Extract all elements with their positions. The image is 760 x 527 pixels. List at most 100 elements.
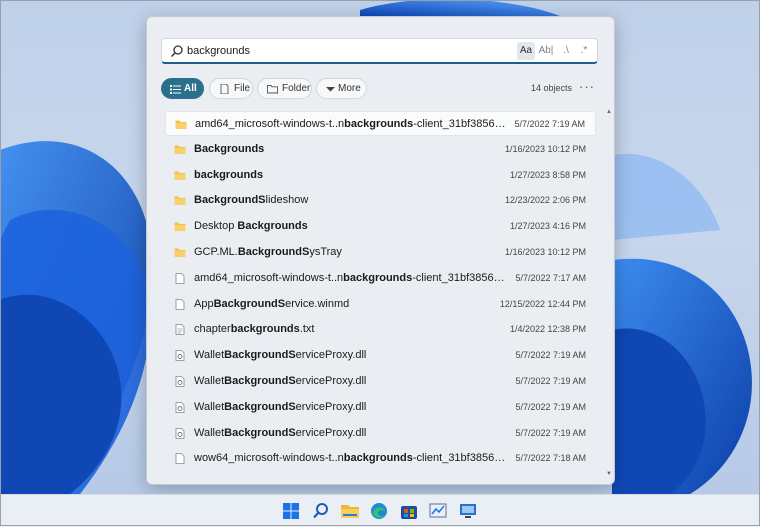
name-match: BackgroundS	[237, 246, 310, 258]
name-match: backgrounds	[194, 168, 264, 181]
result-date: 1/4/2022 12:38 PM	[509, 324, 586, 335]
remote-desktop-icon[interactable]	[458, 501, 478, 521]
search-icon[interactable]	[311, 501, 331, 521]
name-match: BackgroundS	[224, 400, 296, 413]
whole-word-toggle[interactable]: Ab|	[537, 42, 555, 60]
dll-file-icon	[175, 350, 185, 362]
result-name: WalletBackgroundServiceProxy.dll	[194, 401, 506, 413]
text-file-icon	[175, 324, 185, 336]
result-row[interactable]: AppBackgroundService.winmd 12/15/2022 12:…	[165, 292, 596, 317]
more-options-icon[interactable]: ···	[579, 79, 595, 94]
folder-icon	[174, 222, 186, 232]
match-path-toggle[interactable]: .\	[558, 42, 574, 60]
result-name: AppBackgroundService.winmd	[194, 298, 506, 310]
name-match: backgrounds	[230, 323, 300, 336]
name-suffix: erviceProxy.dll	[295, 400, 367, 413]
name-suffix: -client_31bf3856ad...	[412, 452, 506, 465]
result-name: Backgrounds	[194, 143, 506, 155]
file-icon	[220, 84, 229, 94]
result-row[interactable]: BackgroundSlideshow 12/23/2022 2:06 PM	[165, 188, 596, 213]
search-panel: Aa Ab| .\ .* All File Folder	[146, 16, 615, 485]
result-name: BackgroundSlideshow	[194, 194, 506, 206]
result-name: WalletBackgroundServiceProxy.dll	[194, 349, 506, 361]
filter-folder-button[interactable]: Folder	[257, 78, 312, 99]
result-date: 5/7/2022 7:17 AM	[515, 272, 586, 283]
regex-toggle[interactable]: .*	[576, 42, 592, 60]
result-row[interactable]: Backgrounds 1/16/2023 10:12 PM	[165, 137, 596, 162]
result-row[interactable]: Desktop Backgrounds 1/27/2023 4:16 PM	[165, 214, 596, 239]
name-match: backgrounds	[344, 118, 414, 130]
name-match: BackgroundS	[194, 194, 266, 207]
name-suffix: erviceProxy.dll	[295, 349, 367, 362]
result-name: wow64_microsoft-windows-t..nbackgrounds-…	[194, 452, 506, 464]
scroll-up-icon[interactable]: ▲	[606, 109, 612, 115]
result-row[interactable]: WalletBackgroundServiceProxy.dll 5/7/2022…	[165, 369, 596, 394]
result-date: 1/27/2023 8:58 PM	[509, 169, 586, 180]
name-prefix: amd64_microsoft-windows-t..n	[194, 271, 344, 284]
result-name: WalletBackgroundServiceProxy.dll	[194, 427, 506, 439]
filter-all-button[interactable]: All	[161, 78, 204, 99]
result-date: 5/7/2022 7:19 AM	[515, 427, 586, 438]
name-match: BackgroundS	[224, 349, 296, 362]
name-match: BackgroundS	[224, 426, 296, 439]
result-date: 5/7/2022 7:18 AM	[515, 453, 586, 464]
result-date: 1/16/2023 10:12 PM	[504, 247, 586, 257]
result-date: 12/23/2022 2:06 PM	[504, 195, 586, 206]
name-prefix: Wallet	[194, 426, 225, 439]
filter-more-label: More	[338, 83, 361, 94]
name-match: Backgrounds	[237, 220, 308, 233]
name-prefix: Wallet	[194, 349, 225, 362]
chart-app-icon[interactable]	[428, 501, 448, 521]
name-match: backgrounds	[343, 271, 413, 284]
match-case-toggle[interactable]: Aa	[517, 42, 535, 60]
search-input[interactable]	[187, 42, 487, 60]
name-prefix: amd64_microsoft-windows-t..n	[195, 118, 345, 130]
file-icon	[175, 453, 185, 465]
result-row[interactable]: WalletBackgroundServiceProxy.dll 5/7/2022…	[165, 421, 596, 446]
result-row[interactable]: backgrounds 1/27/2023 8:58 PM	[165, 163, 596, 188]
store-icon[interactable]	[399, 501, 419, 521]
name-match: Backgrounds	[194, 142, 265, 155]
result-row[interactable]: GCP.ML.BackgroundSysTray 1/16/2023 10:12 …	[165, 240, 596, 265]
filter-folder-label: Folder	[282, 83, 311, 94]
file-explorer-icon[interactable]	[340, 501, 360, 521]
name-suffix: -client_31bf3856ad...	[413, 118, 507, 130]
dll-file-icon	[175, 427, 185, 439]
result-count: 14 objects	[531, 83, 573, 93]
result-row[interactable]: wow64_microsoft-windows-t..nbackgrounds-…	[165, 446, 596, 471]
folder-icon	[175, 120, 187, 129]
filter-all-label: All	[184, 83, 197, 94]
result-date: 1/27/2023 4:16 PM	[509, 221, 586, 232]
name-prefix: chapter	[194, 323, 231, 336]
windows-start-icon[interactable]	[281, 501, 301, 521]
name-prefix: Wallet	[194, 400, 225, 413]
edge-browser-icon[interactable]	[369, 501, 389, 521]
result-name: GCP.ML.BackgroundSysTray	[194, 246, 506, 258]
result-row[interactable]: WalletBackgroundServiceProxy.dll 5/7/2022…	[165, 343, 596, 368]
filter-more-button[interactable]: More	[316, 78, 367, 99]
result-date: 5/7/2022 7:19 AM	[515, 376, 586, 386]
result-name: chapterbackgrounds.txt	[194, 323, 506, 335]
result-name: Desktop Backgrounds	[194, 220, 506, 232]
filter-file-button[interactable]: File	[209, 78, 253, 99]
name-suffix: -client_31bf3856ad...	[412, 271, 506, 284]
folder-icon	[174, 248, 186, 257]
name-prefix: Desktop	[194, 220, 238, 233]
name-prefix: App	[194, 297, 214, 310]
result-row[interactable]: chapterbackgrounds.txt 1/4/2022 12:38 PM	[165, 317, 596, 342]
name-suffix: ervice.winmd	[285, 297, 350, 310]
scrollbar[interactable]: ▲ ▼	[606, 109, 612, 479]
search-box[interactable]: Aa Ab| .\ .*	[161, 38, 598, 64]
scroll-down-icon[interactable]: ▼	[606, 471, 612, 477]
folder-icon	[174, 196, 186, 206]
result-row[interactable]: amd64_microsoft-windows-t..nbackgrounds-…	[165, 266, 596, 291]
filter-file-label: File	[234, 83, 251, 94]
result-row[interactable]: amd64_microsoft-windows-t..nbackgrounds-…	[165, 111, 596, 136]
name-suffix: erviceProxy.dll	[295, 375, 367, 387]
result-date: 5/7/2022 7:19 AM	[515, 350, 586, 361]
result-name: amd64_microsoft-windows-t..nbackgrounds-…	[195, 118, 507, 130]
name-suffix: ysTray	[309, 246, 342, 258]
result-row[interactable]: WalletBackgroundServiceProxy.dll 5/7/2022…	[165, 395, 596, 420]
result-date: 1/16/2023 10:12 PM	[504, 143, 586, 154]
result-date: 5/7/2022 7:19 AM	[515, 401, 586, 412]
